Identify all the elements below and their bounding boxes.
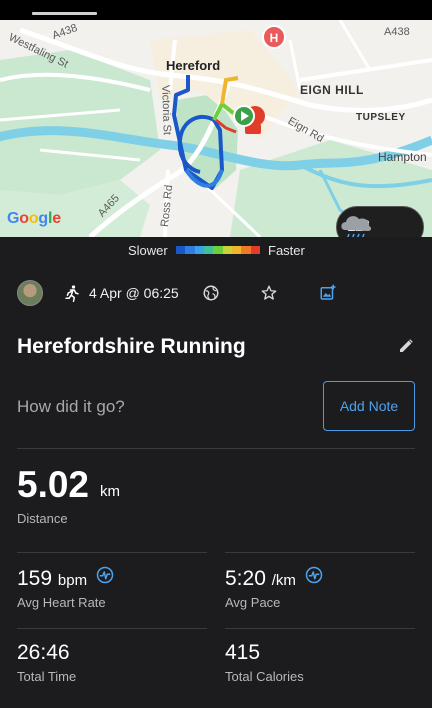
activity-title: Herefordshire Running bbox=[17, 335, 246, 358]
pace-color-swatch bbox=[203, 246, 214, 254]
pace-legend: Slower Faster bbox=[0, 237, 432, 262]
weather-chip[interactable]: 11° bbox=[336, 206, 424, 237]
activity-meta-row: 4 Apr @ 06:25 bbox=[0, 280, 432, 308]
avatar[interactable] bbox=[17, 280, 43, 306]
map-background: H bbox=[0, 20, 432, 237]
star-icon[interactable] bbox=[260, 284, 278, 302]
legend-faster-label: Faster bbox=[268, 243, 305, 258]
pace-color-scale bbox=[176, 246, 260, 254]
divider bbox=[17, 448, 415, 449]
divider bbox=[17, 628, 207, 629]
running-icon bbox=[65, 285, 79, 302]
add-note-button[interactable]: Add Note bbox=[323, 381, 415, 431]
town-label-hereford: Hereford bbox=[166, 58, 221, 73]
pace-stat[interactable]: 5:20 /km Avg Pace bbox=[225, 566, 323, 610]
pace-color-swatch bbox=[194, 246, 204, 254]
total-time-value: 26:46 bbox=[17, 641, 70, 664]
time-stat: 26:46 Total Time bbox=[17, 641, 76, 684]
heart-rate-label: Avg Heart Rate bbox=[17, 595, 106, 610]
activity-date: 4 Apr @ 06:25 bbox=[89, 285, 179, 301]
tab-indicator bbox=[32, 12, 97, 15]
rain-cloud-icon bbox=[341, 216, 372, 237]
google-logo: Google bbox=[7, 210, 61, 227]
legend-slower-label: Slower bbox=[128, 243, 168, 258]
distance-label: Distance bbox=[17, 511, 68, 526]
pace-color-swatch bbox=[231, 246, 242, 254]
calories-stat: 415 Total Calories bbox=[225, 641, 304, 684]
road-label-a438-east: A438 bbox=[384, 26, 410, 38]
total-time-label: Total Time bbox=[17, 669, 77, 684]
pace-label: Avg Pace bbox=[225, 595, 281, 610]
pace-color-swatch bbox=[222, 246, 232, 254]
pace-color-swatch bbox=[213, 246, 223, 254]
route-map[interactable]: H A438 A438 Westfaling St Hereford Victo… bbox=[0, 20, 432, 237]
pace-color-swatch bbox=[176, 246, 186, 254]
divider bbox=[17, 552, 207, 553]
globe-icon[interactable] bbox=[202, 284, 220, 302]
divider bbox=[225, 628, 415, 629]
heart-rate-unit: bpm bbox=[57, 572, 88, 589]
pace-color-swatch bbox=[250, 246, 260, 254]
feedback-prompt: How did it go? bbox=[17, 397, 125, 416]
status-bar bbox=[0, 0, 432, 20]
pulse-icon[interactable] bbox=[96, 566, 114, 584]
pace-color-swatch bbox=[241, 246, 251, 254]
total-calories-label: Total Calories bbox=[225, 669, 304, 684]
add-photo-icon[interactable] bbox=[319, 284, 337, 302]
pace-color-swatch bbox=[185, 246, 195, 254]
area-label-tupsley: TUPSLEY bbox=[356, 112, 406, 123]
area-label-hampton: Hampton bbox=[378, 150, 427, 164]
road-label-victoria: Victoria St bbox=[159, 84, 173, 136]
total-calories-value: 415 bbox=[225, 641, 261, 664]
heart-rate-value: 159 bbox=[17, 567, 53, 590]
pulse-icon[interactable] bbox=[305, 566, 323, 584]
pace-value: 5:20 bbox=[225, 567, 266, 590]
area-label-eign-hill: EIGN HILL bbox=[300, 83, 364, 97]
activity-details: 4 Apr @ 06:25 Herefordshire Running How … bbox=[0, 262, 432, 708]
pencil-icon[interactable] bbox=[398, 338, 414, 354]
divider bbox=[225, 552, 415, 553]
svg-text:H: H bbox=[270, 31, 279, 45]
heart-rate-stat[interactable]: 159 bpm Avg Heart Rate bbox=[17, 566, 114, 610]
distance-unit: km bbox=[100, 483, 120, 500]
pace-unit: /km bbox=[271, 572, 296, 589]
distance-value: 5.02 bbox=[17, 464, 90, 505]
